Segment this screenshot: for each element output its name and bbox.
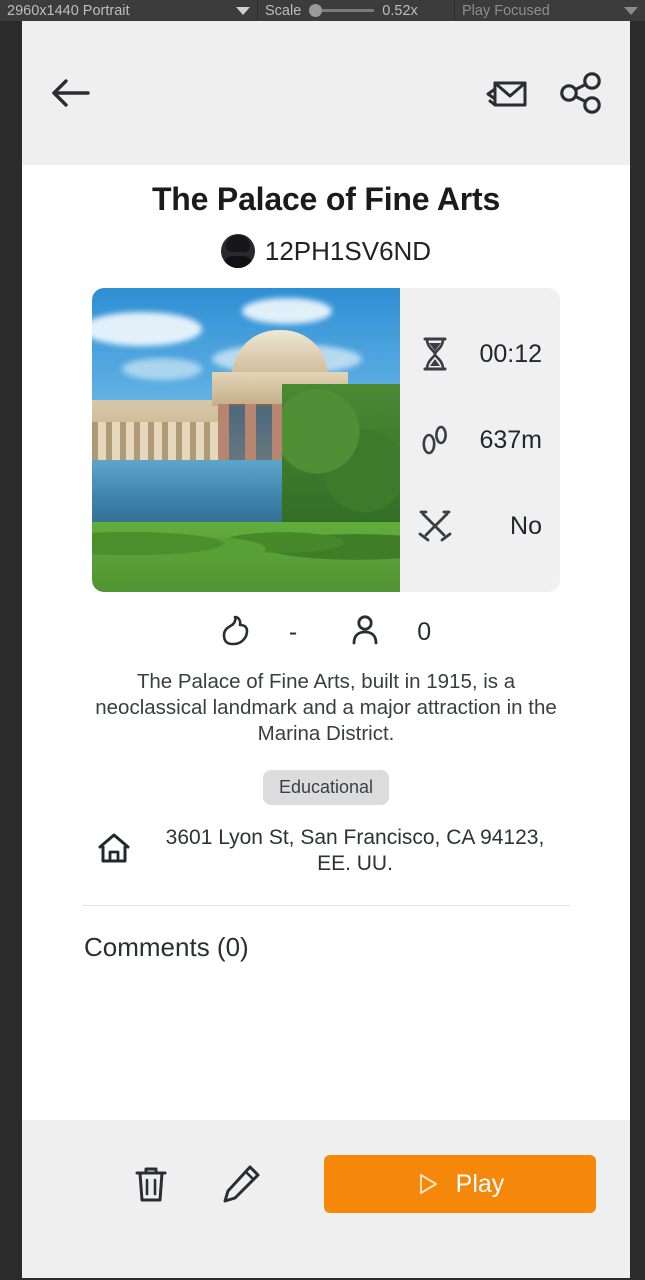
scale-control[interactable]: Scale 0.52x — [258, 0, 455, 21]
stat-value-duration: 00:12 — [479, 339, 542, 368]
photo-grass — [92, 510, 400, 566]
section-divider — [82, 905, 570, 907]
detail-content: The Palace of Fine Arts 12PH1SV6ND 00:12… — [22, 181, 630, 972]
reactions-row: - 0 — [161, 614, 491, 651]
chevron-down-icon — [624, 6, 638, 15]
reaction-likes[interactable]: - — [221, 614, 297, 651]
stat-row-combat: No — [414, 508, 542, 544]
description-text: The Palace of Fine Arts, built in 1915, … — [95, 670, 557, 746]
slider-knob[interactable] — [309, 4, 323, 17]
reaction-players[interactable]: 0 — [351, 614, 431, 651]
pencil-icon — [223, 1165, 260, 1203]
share-button[interactable] — [558, 72, 604, 114]
scale-slider[interactable] — [309, 4, 375, 17]
arrow-left-icon — [52, 79, 90, 107]
tag-row: Educational — [22, 769, 630, 805]
play-mode-label: Play Focused — [462, 2, 550, 19]
photo-cloud — [242, 298, 332, 324]
author-row[interactable]: 12PH1SV6ND — [22, 234, 630, 268]
stat-value-combat: No — [510, 511, 542, 540]
hourglass-icon — [414, 336, 456, 372]
thumbs-up-icon — [221, 614, 251, 651]
device-frame: The Palace of Fine Arts 12PH1SV6ND 00:12… — [0, 21, 645, 1280]
scale-value: 0.52x — [382, 2, 418, 19]
edit-button[interactable] — [220, 1163, 262, 1205]
trash-icon — [135, 1167, 167, 1202]
address-text: 3601 Lyon St, San Francisco, CA 94123, E… — [165, 825, 545, 875]
slider-track[interactable] — [322, 9, 375, 12]
footsteps-icon — [414, 424, 456, 456]
scale-label: Scale — [265, 2, 302, 19]
play-mode-dropdown[interactable]: Play Focused — [455, 0, 645, 21]
media-stats-card: 00:12 637m No — [92, 288, 560, 592]
stats-panel: 00:12 637m No — [400, 288, 560, 592]
bottom-safe-area — [22, 1248, 630, 1278]
page-title: The Palace of Fine Arts — [151, 181, 501, 217]
avatar — [220, 234, 255, 268]
back-button[interactable] — [50, 76, 92, 110]
comments-heading: Comments (0) — [84, 932, 249, 963]
crossed-swords-icon — [414, 508, 456, 544]
location-photo[interactable] — [92, 288, 400, 592]
emulator-toolbar: 2960x1440 Portrait Scale 0.52x Play Focu… — [0, 0, 645, 21]
players-count: 0 — [417, 618, 432, 646]
category-tag[interactable]: Educational — [262, 769, 390, 805]
home-icon — [97, 831, 131, 870]
resolution-label: 2960x1440 Portrait — [7, 2, 130, 19]
play-button[interactable]: Play — [324, 1155, 596, 1213]
delete-button[interactable] — [132, 1163, 170, 1205]
invite-button[interactable] — [482, 73, 530, 113]
likes-count: - — [288, 618, 298, 646]
share-icon — [560, 72, 601, 114]
photo-dome — [232, 330, 328, 376]
person-icon — [351, 614, 379, 651]
stat-row-duration: 00:12 — [414, 336, 542, 372]
photo-cloud — [122, 358, 202, 380]
stat-row-distance: 637m — [414, 424, 542, 456]
photo-colonnade — [92, 400, 222, 462]
play-triangle-icon — [419, 1174, 437, 1194]
envelope-invite-icon — [486, 81, 527, 107]
bottom-action-bar: Play — [22, 1120, 630, 1248]
emulator-window: 2960x1440 Portrait Scale 0.52x Play Focu… — [0, 0, 645, 1280]
app-screen: The Palace of Fine Arts 12PH1SV6ND 00:12… — [22, 21, 630, 1278]
address-row: 3601 Lyon St, San Francisco, CA 94123, E… — [91, 825, 561, 878]
chevron-down-icon — [236, 6, 250, 15]
resolution-dropdown[interactable]: 2960x1440 Portrait — [0, 0, 258, 21]
stat-value-distance: 637m — [479, 425, 542, 454]
author-name: 12PH1SV6ND — [264, 235, 432, 266]
play-label: Play — [455, 1169, 505, 1198]
header-actions — [482, 72, 604, 114]
app-header — [22, 21, 630, 165]
